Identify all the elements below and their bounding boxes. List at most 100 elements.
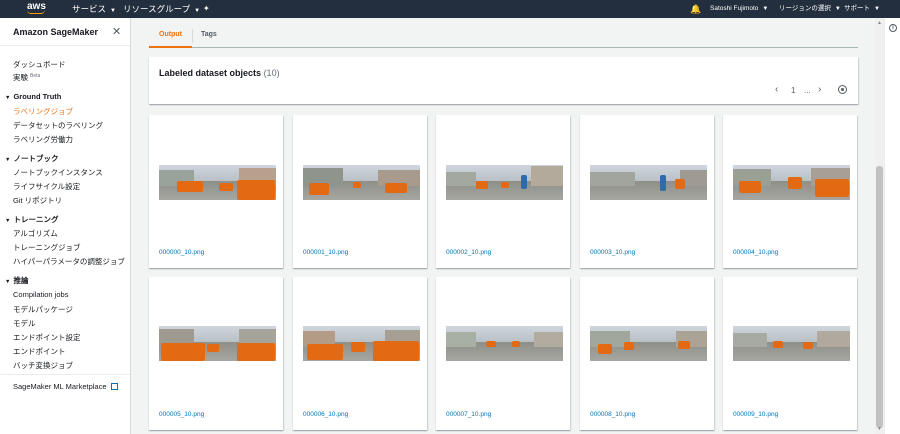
image-card[interactable]: 000004_10.png (723, 115, 857, 268)
image-filename-link[interactable]: 000008_10.png (590, 411, 635, 418)
chevron-down-icon: ▼ (194, 8, 201, 14)
sidebar-item-marketplace[interactable]: SageMaker ML Marketplace (13, 382, 118, 391)
image-thumbnail[interactable] (303, 326, 420, 361)
pin-icon[interactable]: ✦ (203, 0, 210, 18)
image-card[interactable]: 000005_10.png (149, 277, 283, 430)
section-ground-truth[interactable]: ▼ Ground Truth (5, 92, 61, 101)
region-label: リージョンの選択 (779, 5, 831, 12)
image-card[interactable]: 000007_10.png (436, 277, 570, 430)
sidebar-title: Amazon SageMaker (13, 27, 99, 37)
image-filename-link[interactable]: 000001_10.png (303, 249, 348, 256)
sidebar-item-notebook-instances[interactable]: ノートブックインスタンス (13, 167, 103, 178)
image-card[interactable]: 000000_10.png (149, 115, 283, 268)
scroll-down-icon[interactable]: ▼ (876, 425, 883, 433)
chevron-down-icon: ▼ (834, 6, 841, 12)
sidebar-item-batch-transform[interactable]: バッチ変換ジョブ (13, 360, 73, 371)
external-link-icon (110, 383, 118, 390)
page-number[interactable]: 1 (791, 86, 795, 95)
close-icon[interactable]: ✕ (112, 25, 121, 38)
image-thumbnail[interactable] (159, 326, 276, 361)
tab-tags[interactable]: Tags (201, 24, 217, 48)
divider (0, 374, 130, 375)
image-filename-link[interactable]: 000004_10.png (733, 249, 778, 256)
image-filename-link[interactable]: 000000_10.png (159, 249, 204, 256)
marketplace-label: SageMaker ML Marketplace (13, 382, 107, 391)
experiments-label: 実験 (13, 73, 28, 82)
item-count: (10) (263, 68, 280, 78)
sidebar-item-compilation-jobs[interactable]: Compilation jobs (13, 290, 68, 299)
chevron-right-icon[interactable]: › (818, 84, 821, 95)
services-menu[interactable]: サービス ▼ (72, 0, 116, 18)
sidebar-item-labeling-datasets[interactable]: データセットのラベリング (13, 120, 103, 131)
info-icon[interactable]: i (889, 24, 897, 32)
bell-icon[interactable]: 🔔 (690, 0, 701, 18)
image-filename-link[interactable]: 000002_10.png (446, 249, 491, 256)
image-thumbnail[interactable] (733, 165, 850, 200)
caret-down-icon: ▼ (5, 218, 11, 224)
image-card[interactable]: 000001_10.png (293, 115, 427, 268)
sidebar-item-model-packages[interactable]: モデルパッケージ (13, 304, 73, 315)
section-label: Ground Truth (13, 92, 62, 101)
sidebar-item-models[interactable]: モデル (13, 318, 36, 329)
panel-title: Labeled dataset objects (10) (159, 68, 280, 78)
section-label: ノートブック (13, 154, 59, 163)
chevron-left-icon[interactable]: ‹ (775, 84, 778, 95)
image-thumbnail[interactable] (733, 326, 850, 361)
image-card[interactable]: 000008_10.png (580, 277, 714, 430)
sidebar-item-endpoint-config[interactable]: エンドポイント設定 (13, 332, 81, 343)
image-filename-link[interactable]: 000006_10.png (303, 411, 348, 418)
section-inference[interactable]: ▼ 推論 (5, 275, 28, 286)
section-training[interactable]: ▼ トレーニング (5, 214, 58, 225)
panel-title-text: Labeled dataset objects (159, 68, 262, 78)
image-filename-link[interactable]: 000007_10.png (446, 411, 491, 418)
support-menu[interactable]: サポート ▼ (844, 0, 880, 18)
sidebar-item-tuning-jobs[interactable]: ハイパーパラメータの調整ジョブ (13, 256, 125, 267)
image-filename-link[interactable]: 000003_10.png (590, 249, 635, 256)
image-thumbnail[interactable] (446, 165, 563, 200)
resource-groups-menu[interactable]: リソースグループ ▼ (123, 0, 200, 18)
image-thumbnail[interactable] (590, 326, 707, 361)
image-filename-link[interactable]: 000009_10.png (733, 411, 778, 418)
caret-down-icon: ▼ (5, 279, 11, 285)
resource-groups-label: リソースグループ (123, 4, 191, 14)
image-card[interactable]: 000003_10.png (580, 115, 714, 268)
region-menu[interactable]: リージョンの選択 ▼ (779, 0, 841, 18)
sidebar-item-git-repos[interactable]: Git リポジトリ (13, 195, 62, 206)
image-thumbnail[interactable] (446, 326, 563, 361)
sidebar: Amazon SageMaker ✕ ダッシュボード 実験 Beta ▼ Groun… (0, 18, 131, 434)
help-panel-strip: i (884, 18, 900, 434)
sidebar-item-dashboard[interactable]: ダッシュボード (13, 59, 66, 70)
tab-separator (192, 29, 193, 43)
aws-logo[interactable]: aws (27, 2, 49, 16)
user-name: Satoshi Fujimoto (710, 5, 759, 12)
sidebar-item-algorithms[interactable]: アルゴリズム (13, 228, 58, 239)
sidebar-item-labeling-workforces[interactable]: ラベリング労働力 (13, 134, 73, 145)
image-thumbnail[interactable] (590, 165, 707, 200)
sidebar-item-training-jobs[interactable]: トレーニングジョブ (13, 242, 81, 253)
scrollbar-thumb[interactable] (876, 166, 883, 428)
sidebar-item-lifecycle-config[interactable]: ライフサイクル設定 (13, 181, 80, 192)
section-label: トレーニング (13, 215, 59, 224)
image-thumbnail[interactable] (159, 165, 276, 200)
sidebar-item-endpoints[interactable]: エンドポイント (13, 346, 66, 357)
chevron-down-icon: ▼ (874, 6, 880, 12)
divider (0, 45, 130, 46)
sidebar-item-labeling-jobs[interactable]: ラベリングジョブ (13, 106, 73, 117)
image-thumbnail[interactable] (303, 165, 420, 200)
tab-output[interactable]: Output (149, 24, 192, 48)
scroll-up-icon[interactable]: ▲ (876, 19, 883, 27)
scrollbar[interactable]: ▲ ▼ (875, 18, 884, 434)
page-ellipsis: ... (804, 86, 811, 95)
beta-badge: Beta (30, 72, 41, 79)
dataset-objects-panel: Labeled dataset objects (10) ‹ 1 ... › (149, 57, 858, 104)
section-notebook[interactable]: ▼ ノートブック (5, 153, 58, 164)
chevron-down-icon: ▼ (762, 6, 769, 12)
user-menu[interactable]: Satoshi Fujimoto ▼ (710, 0, 768, 18)
image-card[interactable]: 000002_10.png (436, 115, 570, 268)
gear-icon[interactable] (838, 85, 847, 94)
sidebar-item-experiments[interactable]: 実験 Beta (13, 72, 40, 83)
support-label: サポート (844, 5, 870, 12)
image-card[interactable]: 000009_10.png (723, 277, 857, 430)
image-card[interactable]: 000006_10.png (293, 277, 427, 430)
image-filename-link[interactable]: 000005_10.png (159, 411, 204, 418)
